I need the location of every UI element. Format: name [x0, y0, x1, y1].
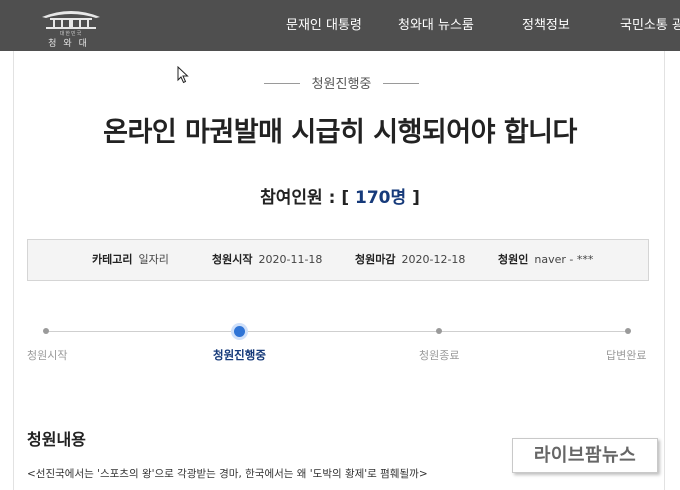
nav-item-policy-info[interactable]: 정책정보: [522, 0, 570, 51]
end-date-value: 2020-12-18: [401, 253, 466, 266]
progress-step-label-ongoing: 청원진행중: [213, 348, 266, 362]
petition-info-box: 카테고리 일자리 청원시작 2020-11-18 청원마감 2020-12-18 청원…: [27, 239, 649, 281]
petition-status-tag: 청원진행중: [311, 77, 372, 92]
progress-step-dot-start: [43, 328, 49, 334]
participants-label: 참여인원 : [: [260, 188, 356, 208]
cheongwadae-logo[interactable]: 대한민국 청와대: [32, 7, 110, 49]
blue-house-emblem-icon: [42, 11, 100, 29]
nav-item-public-communication[interactable]: 국민소통 광: [620, 0, 680, 51]
nav-item-president[interactable]: 문재인 대통령: [286, 0, 362, 51]
progress-step-dot-answered: [625, 328, 631, 334]
progress-step-dot-ongoing: [234, 326, 245, 337]
info-category: 카테고리 일자리: [92, 240, 169, 280]
category-label: 카테고리: [92, 253, 133, 266]
participants-count: 참여인원 : [ 170명 ]: [0, 183, 680, 208]
logo-title: 청와대: [48, 39, 94, 49]
author-label: 청원인: [498, 253, 529, 266]
progress-step-label-answered: 답변완료: [606, 349, 647, 362]
end-date-label: 청원마감: [355, 253, 396, 266]
petition-content-heading: 청원내용: [27, 430, 86, 449]
author-value: naver - ***: [534, 253, 594, 266]
livefarm-news-watermark: 라이브팜뉴스: [512, 438, 658, 473]
start-date-value: 2020-11-18: [258, 253, 323, 266]
top-navigation-bar: 대한민국 청와대 문재인 대통령 청와대 뉴스룸 정책정보 국민소통 광: [0, 0, 680, 51]
start-date-label: 청원시작: [212, 253, 253, 266]
info-start-date: 청원시작 2020-11-18: [212, 240, 322, 280]
progress-step-label-closed: 청원종료: [419, 349, 460, 362]
petition-title: 온라인 마권발매 시급히 시행되어야 합니다: [103, 117, 577, 148]
petition-content-text: <선진국에서는 '스포츠의 왕'으로 각광받는 경마, 한국에서는 왜 '도박의…: [27, 468, 428, 480]
status-divider-left: [264, 83, 300, 84]
status-divider-right: [383, 83, 419, 84]
participants-close: ]: [406, 188, 420, 208]
mouse-pointer-icon: [177, 66, 189, 84]
nav-item-newsroom[interactable]: 청와대 뉴스룸: [398, 0, 474, 51]
progress-step-label-start: 청원시작: [27, 349, 68, 362]
participants-number: 170명: [355, 188, 407, 208]
info-author: 청원인 naver - ***: [498, 240, 593, 280]
category-value: 일자리: [138, 253, 169, 266]
info-end-date: 청원마감 2020-12-18: [355, 240, 465, 280]
progress-track: [46, 331, 629, 332]
progress-step-dot-closed: [436, 328, 442, 334]
